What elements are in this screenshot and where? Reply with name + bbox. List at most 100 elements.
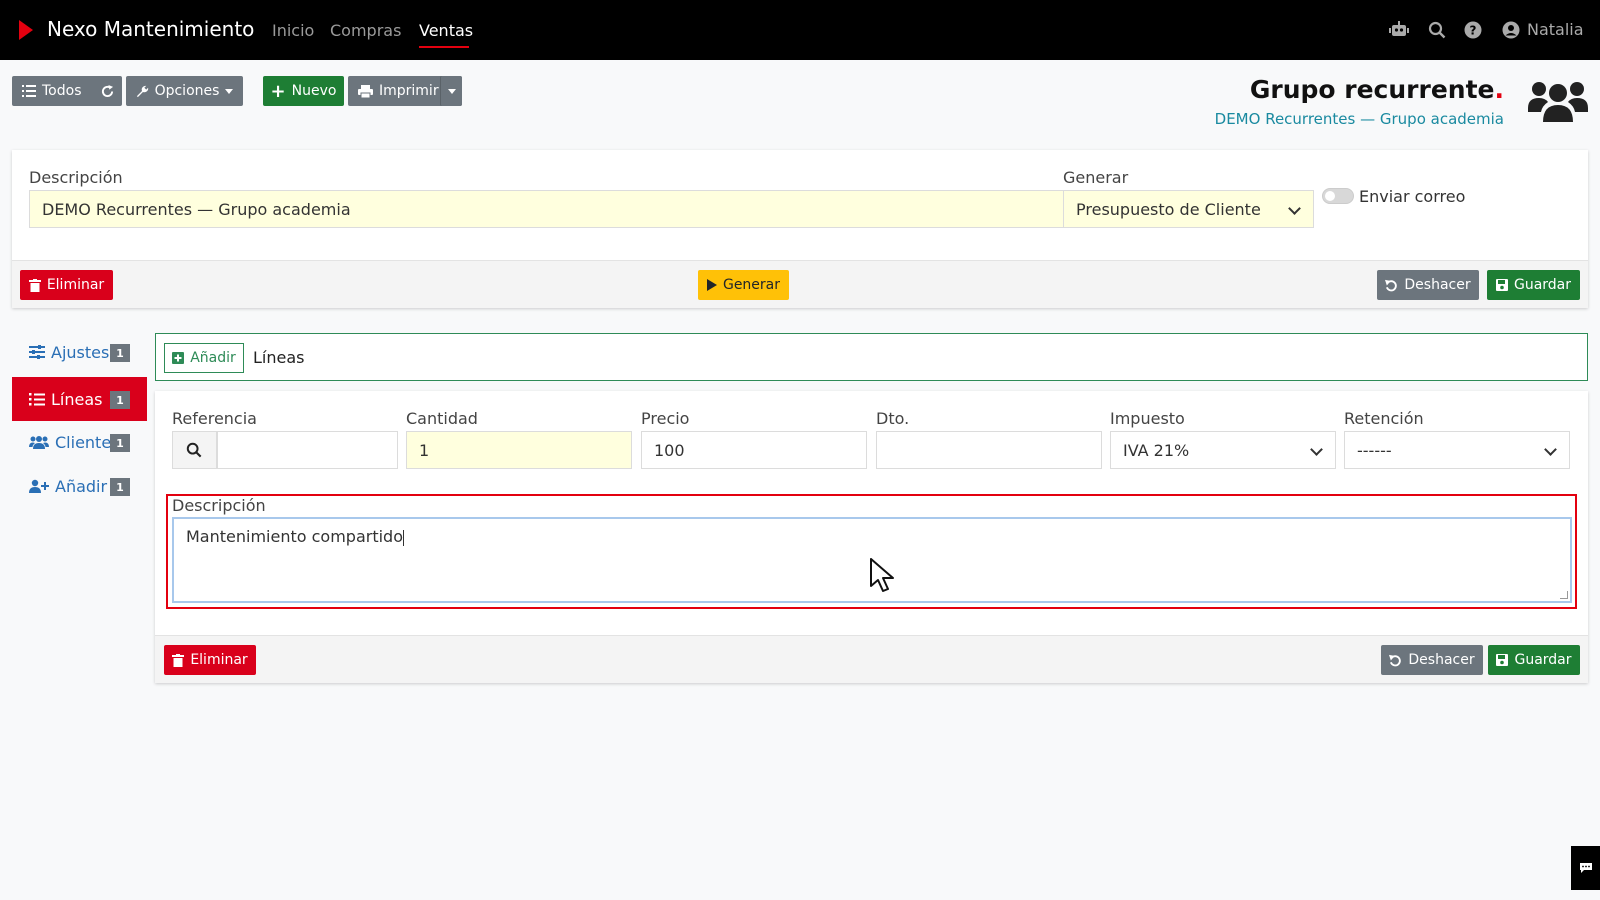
active-nav-indicator <box>419 46 469 48</box>
discount-input[interactable] <box>876 431 1102 469</box>
plus-square-icon <box>172 352 185 364</box>
user-name[interactable]: Natalia <box>1527 20 1584 39</box>
undo-icon <box>1389 654 1402 666</box>
page-title-dot: . <box>1494 75 1505 104</box>
options-button[interactable]: Opciones <box>126 76 243 106</box>
generate-select-value: Presupuesto de Cliente <box>1076 199 1261 219</box>
send-email-label[interactable]: Enviar correo <box>1359 187 1465 206</box>
save-button-label: Guardar <box>1513 277 1572 293</box>
price-input[interactable]: 100 <box>641 431 867 469</box>
page-title-text: Grupo recurrente <box>1249 75 1495 104</box>
trash-icon <box>28 278 41 292</box>
save-line-button[interactable]: Guardar <box>1488 645 1580 675</box>
generate-select[interactable]: Presupuesto de Cliente <box>1063 190 1314 228</box>
list-icon <box>22 85 36 97</box>
print-dropdown-toggle[interactable] <box>440 76 462 106</box>
discount-label: Dto. <box>876 409 910 428</box>
new-button-label: Nuevo <box>291 83 337 99</box>
chat-icon[interactable] <box>1571 846 1600 890</box>
chevron-down-icon <box>1310 443 1323 456</box>
sidebar-item-label: Añadir <box>55 476 108 496</box>
count-badge: 1 <box>110 344 130 362</box>
wrench-icon <box>136 85 148 97</box>
resize-handle-icon[interactable] <box>1560 591 1568 599</box>
nav-link-ventas[interactable]: Ventas <box>419 21 473 40</box>
sidebar-item-label: Ajustes <box>51 342 110 362</box>
page-title: Grupo recurrente. <box>1250 75 1504 104</box>
options-button-label: Opciones <box>154 83 220 99</box>
undo-icon <box>1385 279 1398 291</box>
help-icon[interactable]: ? <box>1462 19 1484 41</box>
description-input[interactable]: DEMO Recurrentes — Grupo academia <box>29 190 1067 228</box>
line-description-label: Descripción <box>172 496 266 515</box>
price-label: Precio <box>641 409 690 428</box>
description-label: Descripción <box>29 168 123 187</box>
nav-link-compras[interactable]: Compras <box>330 21 401 40</box>
chevron-down-icon <box>225 88 234 94</box>
undo-button[interactable]: Deshacer <box>1377 270 1479 300</box>
all-button[interactable]: Todos <box>12 76 122 106</box>
all-button-label: Todos <box>42 83 82 99</box>
count-badge: 1 <box>110 478 130 496</box>
add-line-button-label: Añadir <box>190 350 236 366</box>
tab-lineas[interactable]: Líneas <box>253 348 304 367</box>
printer-icon <box>358 84 373 98</box>
chevron-down-icon <box>1544 443 1557 456</box>
quantity-input[interactable]: 1 <box>406 431 632 469</box>
nav-link-inicio[interactable]: Inicio <box>272 21 314 40</box>
tax-select[interactable]: IVA 21% <box>1110 431 1336 469</box>
sidebar-item-clientes[interactable]: Clientes 1 <box>12 420 147 464</box>
brand-logo-icon[interactable] <box>19 20 33 40</box>
lines-tab-bar: Añadir Líneas <box>155 333 1588 381</box>
play-icon <box>706 279 717 291</box>
undo-line-button-label: Deshacer <box>1408 652 1475 668</box>
tax-select-value: IVA 21% <box>1123 440 1190 460</box>
line-edit-footer: Eliminar Deshacer Guardar <box>155 635 1588 683</box>
line-description-text: Mantenimiento compartido <box>186 527 403 546</box>
save-line-button-label: Guardar <box>1514 652 1572 668</box>
user-icon[interactable] <box>1500 19 1522 41</box>
send-email-toggle[interactable] <box>1322 188 1354 204</box>
search-icon[interactable] <box>1426 19 1448 41</box>
top-navbar: Nexo Mantenimiento Inicio Compras Ventas… <box>0 0 1600 60</box>
search-icon <box>186 442 202 458</box>
save-icon <box>1495 279 1508 291</box>
delete-button-label: Eliminar <box>46 277 105 293</box>
retention-select[interactable]: ------ <box>1344 431 1570 469</box>
reference-label: Referencia <box>172 409 257 428</box>
count-badge: 1 <box>110 391 130 409</box>
delete-line-button[interactable]: Eliminar <box>164 645 256 675</box>
sidebar-item-label: Líneas <box>51 389 103 409</box>
recurring-group-form: Descripción DEMO Recurrentes — Grupo aca… <box>12 150 1588 308</box>
new-button[interactable]: + Nuevo <box>263 76 344 106</box>
undo-button-label: Deshacer <box>1404 277 1471 293</box>
quantity-label: Cantidad <box>406 409 478 428</box>
retention-label: Retención <box>1344 409 1424 428</box>
user-plus-icon <box>29 479 49 493</box>
delete-button[interactable]: Eliminar <box>20 270 113 300</box>
reference-search-button[interactable] <box>172 431 217 469</box>
form-footer: Eliminar Generar Deshacer Guardar <box>12 260 1588 308</box>
undo-line-button[interactable]: Deshacer <box>1381 645 1483 675</box>
sidebar-item-lineas[interactable]: Líneas 1 <box>12 377 147 421</box>
chevron-down-icon <box>1288 202 1301 215</box>
generate-label: Generar <box>1063 168 1129 187</box>
users-group-icon <box>1527 76 1589 124</box>
mouse-pointer-icon <box>870 558 896 594</box>
plus-icon: + <box>270 80 286 102</box>
robot-icon[interactable] <box>1388 19 1410 41</box>
tax-label: Impuesto <box>1110 409 1185 428</box>
retention-select-value: ------ <box>1357 440 1392 460</box>
users-icon <box>29 436 49 449</box>
reference-input[interactable] <box>217 431 398 469</box>
add-line-button[interactable]: Añadir <box>164 343 244 373</box>
brand-name[interactable]: Nexo Mantenimiento <box>47 17 254 41</box>
page-subtitle[interactable]: DEMO Recurrentes — Grupo academia <box>1215 110 1504 128</box>
sidebar-item-anadir[interactable]: Añadir 1 <box>12 464 147 508</box>
generate-button-label: Generar <box>722 277 781 293</box>
sidebar-item-ajustes[interactable]: Ajustes 1 <box>12 330 147 374</box>
sliders-icon <box>29 345 45 359</box>
generate-button[interactable]: Generar <box>698 270 789 300</box>
save-button[interactable]: Guardar <box>1487 270 1580 300</box>
print-button-label: Imprimir <box>379 83 439 99</box>
